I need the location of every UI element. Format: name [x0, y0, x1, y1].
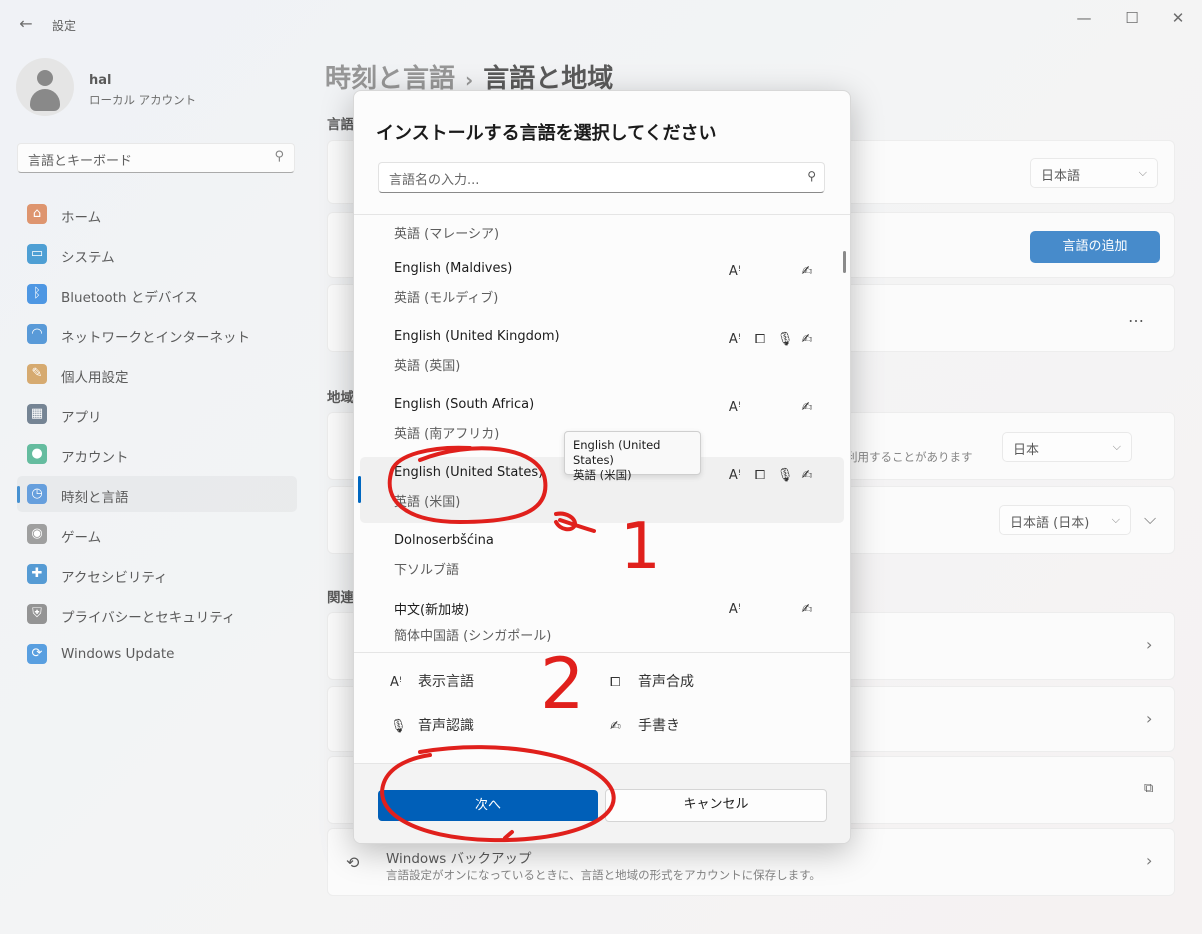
language-localized-name: 英語 (米国) — [394, 495, 461, 510]
handwriting-icon: ✍︎ — [801, 264, 813, 279]
search-icon: ⚲ — [807, 169, 816, 183]
search-placeholder: 言語名の入力... — [389, 173, 480, 188]
display-language-icon: Aꜝ — [390, 675, 403, 690]
language-list-item[interactable]: English (United Kingdom) 英語 (英国) Aꜝ ⧠ 🎙︎ ✍︎ — [360, 321, 844, 387]
handwriting-icon: ✍︎ — [801, 468, 813, 483]
language-localized-name: 英語 (マレーシア) — [394, 227, 500, 242]
language-list-item[interactable]: English (Maldives) 英語 (モルディブ) Aꜝ ✍︎ — [360, 253, 844, 319]
display-language-icon: Aꜝ — [728, 264, 742, 279]
dialog-title: インストールする言語を選択してください — [376, 123, 717, 144]
legend-tts: ⧠ 音声合成 — [610, 674, 694, 690]
display-language-icon: Aꜝ — [728, 602, 742, 617]
text-to-speech-icon: ⧠ — [610, 675, 621, 690]
language-name: Dolnoserbšćina — [394, 533, 494, 548]
tooltip-line2: 英語 (米国) — [573, 468, 632, 482]
language-list-item[interactable]: 英語 (マレーシア) Aꜝ ✍︎ — [360, 215, 844, 255]
dialog-footer: 次へ キャンセル — [354, 763, 850, 843]
language-list-item[interactable]: 中文(新加坡) 簡体中国語 (シンガポール) Aꜝ ✍︎ — [360, 591, 844, 652]
scrollbar-thumb[interactable] — [843, 251, 846, 273]
language-name: English (Maldives) — [394, 261, 513, 276]
selection-indicator — [358, 476, 361, 503]
language-name: English (United States) — [394, 465, 544, 480]
display-language-icon: Aꜝ — [728, 400, 742, 415]
text-to-speech-icon: ⧠ — [754, 332, 766, 347]
display-language-icon: Aꜝ — [726, 215, 744, 217]
language-name: English (South Africa) — [394, 397, 535, 412]
language-name: 中文(新加坡) — [394, 603, 470, 618]
cancel-button[interactable]: キャンセル — [605, 789, 827, 822]
handwriting-icon: ✍︎ — [801, 400, 813, 415]
language-name: English (United Kingdom) — [394, 329, 560, 344]
text-to-speech-icon: ⧠ — [754, 468, 766, 483]
language-tooltip: English (United States) 英語 (米国) — [564, 431, 701, 482]
language-search-input[interactable]: 言語名の入力... ⚲ — [378, 162, 825, 193]
handwriting-icon: ✍︎ — [801, 602, 813, 617]
legend-speech: 🎙︎ 音声認識 — [390, 718, 474, 734]
display-language-icon: Aꜝ — [728, 468, 742, 483]
legend-display-language: Aꜝ 表示言語 — [390, 674, 474, 690]
language-localized-name: 英語 (英国) — [394, 359, 461, 374]
language-localized-name: 簡体中国語 (シンガポール) — [394, 629, 552, 644]
legend-handwriting: ✍︎ 手書き — [610, 718, 680, 734]
display-language-icon: Aꜝ — [728, 332, 742, 347]
language-localized-name: 下ソルブ語 — [394, 563, 460, 578]
language-localized-name: 英語 (モルディブ) — [394, 291, 499, 306]
language-localized-name: 英語 (南アフリカ) — [394, 427, 500, 442]
handwriting-icon: ✍︎ — [798, 215, 816, 217]
microphone-icon: 🎙︎ — [776, 332, 794, 347]
language-list-item[interactable]: Dolnoserbšćina 下ソルブ語 — [360, 525, 844, 591]
tooltip-line1: English (United States) — [573, 438, 661, 467]
next-button[interactable]: 次へ — [378, 790, 598, 821]
microphone-icon: 🎙︎ — [390, 719, 407, 734]
handwriting-icon: ✍︎ — [610, 719, 621, 734]
handwriting-icon: ✍︎ — [801, 332, 813, 347]
microphone-icon: 🎙︎ — [776, 468, 794, 483]
